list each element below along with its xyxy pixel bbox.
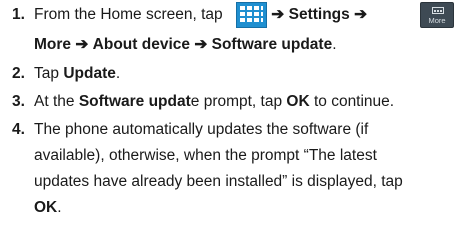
more-icon-label: More bbox=[428, 16, 446, 25]
more-menu-icon: More bbox=[420, 2, 454, 28]
arrow-icon: ➔ bbox=[354, 6, 368, 23]
software-update-label: Software update bbox=[211, 36, 333, 53]
software-update-prompt-label: Software updat bbox=[78, 93, 191, 110]
ok-label: OK bbox=[34, 199, 58, 216]
step-number: 2. bbox=[12, 65, 25, 82]
step-4-line-2: available), otherwise, when the prompt “… bbox=[34, 147, 377, 164]
step-number: 3. bbox=[12, 93, 25, 110]
settings-label: Settings bbox=[288, 6, 350, 23]
step-4-line-1: The phone automatically updates the soft… bbox=[34, 121, 369, 138]
step-number: 4. bbox=[12, 121, 25, 138]
about-device-label: About device bbox=[92, 36, 190, 53]
step-text: From the Home screen, tap bbox=[34, 6, 223, 23]
arrow-icon: ➔ bbox=[194, 36, 208, 53]
step-4-line-4: OK. bbox=[34, 198, 62, 218]
update-label: Update bbox=[63, 65, 116, 82]
arrow-icon: ➔ bbox=[75, 36, 89, 53]
arrow-icon: ➔ bbox=[271, 6, 285, 23]
step-number: 1. bbox=[12, 6, 25, 23]
step-text: to continue. bbox=[309, 93, 395, 110]
step-4-line-3: updates have already been installed” is … bbox=[34, 173, 403, 190]
step-text: At the bbox=[34, 93, 79, 110]
step-text: . bbox=[115, 65, 121, 82]
step-text: Tap bbox=[34, 65, 64, 82]
step-1-line-1: From the Home screen, tap ➔ Settings ➔ bbox=[34, 5, 367, 25]
step-1-line-2: More ➔ About device ➔ Software update. bbox=[34, 35, 337, 55]
more-label: More bbox=[34, 36, 72, 53]
step-3-line: At the Software update prompt, tap OK to… bbox=[34, 92, 394, 112]
apps-grid-icon bbox=[236, 2, 267, 28]
ok-label: OK bbox=[286, 93, 310, 110]
step-text: . bbox=[332, 36, 337, 53]
step-2-line: Tap Update. bbox=[34, 64, 120, 84]
step-text: e prompt, tap bbox=[190, 93, 287, 110]
step-text: . bbox=[57, 199, 62, 216]
more-dots-icon bbox=[432, 7, 444, 14]
instruction-steps: 1. From the Home screen, tap ➔ Settings … bbox=[0, 0, 460, 241]
